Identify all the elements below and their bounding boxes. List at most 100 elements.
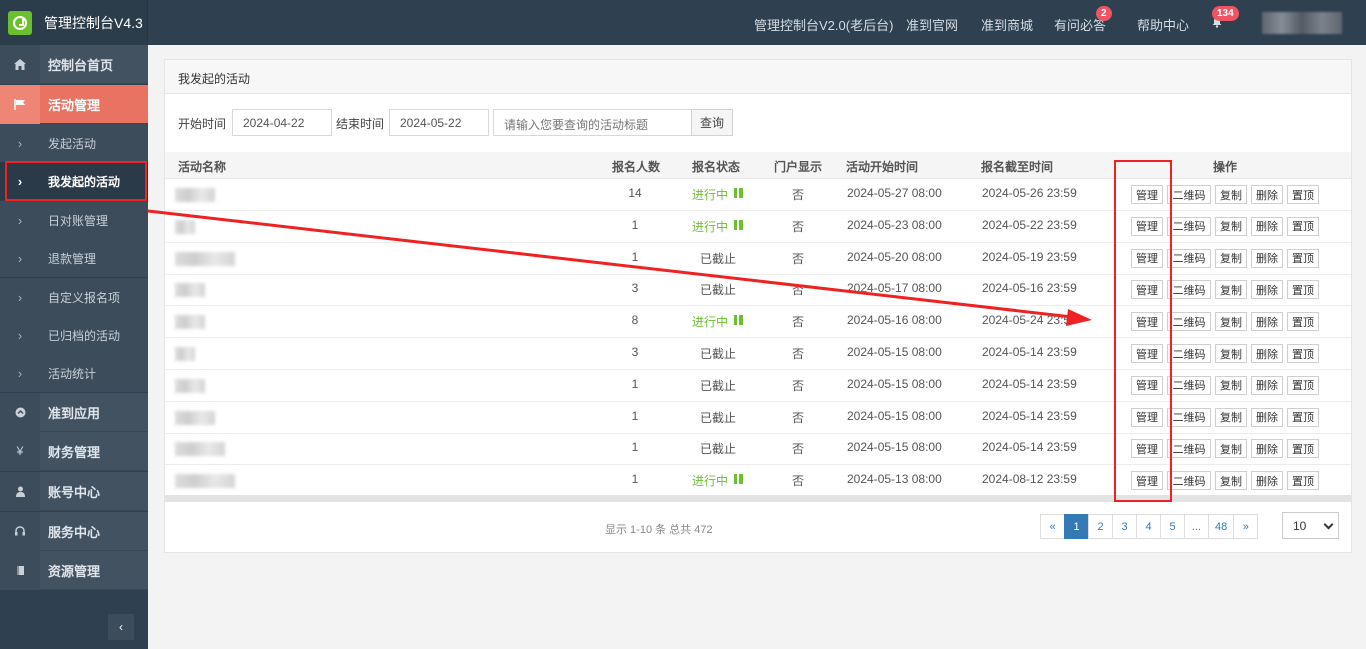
table-row: 1 已截止否 2024-05-20 08:00 2024-05-19 23:59 管理二… (165, 243, 1351, 275)
sidebar-sub-label: 已归档的活动 (48, 328, 121, 343)
sidebar-item-service[interactable]: 服务中心 (0, 511, 148, 551)
page-button[interactable]: 3 (1112, 514, 1137, 539)
sidebar-item-account[interactable]: 账号中心 (0, 471, 148, 511)
qrcode-button[interactable]: 二维码 (1167, 185, 1211, 204)
copy-button[interactable]: 复制 (1215, 471, 1247, 491)
activity-name-redacted[interactable] (175, 442, 225, 457)
page-button[interactable]: 4 (1136, 514, 1161, 539)
activity-title-search-input[interactable]: 请输入您要查询的活动标题 (493, 109, 692, 136)
sidebar-item-finance[interactable]: ¥ 财务管理 (0, 431, 148, 471)
pin-top-button[interactable]: 置顶 (1287, 471, 1319, 491)
pin-top-button[interactable]: 置顶 (1287, 375, 1319, 395)
sidebar-sub-archived[interactable]: › 已归档的活动 (0, 316, 148, 354)
copy-button[interactable]: 复制 (1215, 375, 1247, 395)
brand[interactable]: 管理控制台V4.3 (0, 0, 148, 45)
page-button[interactable]: 1 (1064, 514, 1089, 539)
prev-page-button[interactable]: « (1040, 514, 1065, 539)
delete-button[interactable]: 删除 (1251, 375, 1283, 395)
user-avatar[interactable] (1262, 12, 1342, 34)
delete-button[interactable]: 删除 (1251, 344, 1283, 363)
start-time: 2024-05-15 08:00 (847, 376, 942, 391)
qrcode-button[interactable]: 二维码 (1167, 280, 1211, 300)
qrcode-button[interactable]: 二维码 (1167, 344, 1211, 363)
table-row: 3 已截止否 2024-05-17 08:00 2024-05-16 23:59 管理二… (165, 274, 1351, 307)
pin-top-button[interactable]: 置顶 (1287, 185, 1319, 204)
activity-name-redacted[interactable] (175, 283, 205, 298)
page-button[interactable]: 5 (1160, 514, 1185, 539)
headset-icon (0, 511, 40, 551)
page-button[interactable]: 2 (1088, 514, 1113, 539)
page-button[interactable]: 48 (1208, 514, 1235, 539)
copy-button[interactable]: 复制 (1215, 248, 1247, 268)
nav-help-link[interactable]: 帮助中心 (1137, 15, 1189, 34)
table-row: 14 进行中否 2024-05-27 08:00 2024-05-26 23:59 管理… (165, 179, 1351, 211)
activity-name-redacted[interactable] (175, 474, 235, 489)
activity-name-redacted[interactable] (175, 219, 195, 234)
delete-button[interactable]: 删除 (1251, 407, 1283, 427)
copy-button[interactable]: 复制 (1215, 185, 1247, 204)
signup-deadline: 2024-05-19 23:59 (982, 249, 1077, 264)
qrcode-button[interactable]: 二维码 (1167, 439, 1211, 459)
sidebar-item-label: 控制台首页 (48, 57, 114, 73)
page-size-select[interactable]: 10 (1282, 512, 1339, 539)
sidebar-sub-stats[interactable]: › 活动统计 (0, 354, 148, 392)
sidebar-sub-refunds[interactable]: › 退款管理 (0, 239, 148, 277)
nav-store-link[interactable]: 准到商城 (981, 15, 1033, 34)
pin-top-button[interactable]: 置顶 (1287, 216, 1319, 236)
copy-button[interactable]: 复制 (1215, 407, 1247, 427)
sidebar-sub-daily-reconcile[interactable]: › 日对账管理 (0, 201, 148, 239)
delete-button[interactable]: 删除 (1251, 216, 1283, 236)
delete-button[interactable]: 删除 (1251, 248, 1283, 268)
copy-button[interactable]: 复制 (1215, 280, 1247, 300)
copy-button[interactable]: 复制 (1215, 344, 1247, 363)
search-button[interactable]: 查询 (691, 109, 733, 136)
collapse-sidebar-button[interactable]: ‹ (108, 614, 134, 640)
pin-top-button[interactable]: 置顶 (1287, 312, 1319, 332)
horizontal-scrollbar[interactable] (165, 495, 1351, 502)
sidebar-item-activity[interactable]: 活动管理 (0, 84, 148, 124)
activity-name-redacted[interactable] (175, 378, 205, 393)
qrcode-button[interactable]: 二维码 (1167, 375, 1211, 395)
activity-name-redacted[interactable] (175, 347, 195, 361)
pin-top-button[interactable]: 置顶 (1287, 280, 1319, 300)
nav-old-console-link[interactable]: 管理控制台V2.0(老后台) (754, 15, 893, 34)
delete-button[interactable]: 删除 (1251, 439, 1283, 459)
copy-button[interactable]: 复制 (1215, 439, 1247, 459)
sidebar-item-resources[interactable]: 资源管理 (0, 550, 148, 590)
pin-top-button[interactable]: 置顶 (1287, 344, 1319, 363)
nav-official-site-link[interactable]: 准到官网 (906, 15, 958, 34)
sidebar-item-label: 服务中心 (48, 524, 101, 540)
sidebar-item-dashboard[interactable]: 控制台首页 (0, 44, 148, 84)
start-time: 2024-05-15 08:00 (847, 408, 942, 423)
page-button[interactable]: ... (1184, 514, 1209, 539)
sidebar-item-label: 账号中心 (48, 484, 101, 500)
qrcode-button[interactable]: 二维码 (1167, 312, 1211, 332)
page-size-value: 10 (1293, 518, 1307, 533)
signup-count: 1 (631, 408, 639, 423)
pin-top-button[interactable]: 置顶 (1287, 439, 1319, 459)
qrcode-button[interactable]: 二维码 (1167, 248, 1211, 268)
sidebar-sub-custom-fields[interactable]: › 自定义报名项 (0, 278, 148, 316)
copy-button[interactable]: 复制 (1215, 216, 1247, 236)
qrcode-button[interactable]: 二维码 (1167, 471, 1211, 491)
delete-button[interactable]: 删除 (1251, 280, 1283, 300)
pin-top-button[interactable]: 置顶 (1287, 407, 1319, 427)
qrcode-button[interactable]: 二维码 (1167, 216, 1211, 236)
sidebar-item-apps[interactable]: 准到应用 (0, 392, 148, 432)
activity-name-redacted[interactable] (175, 188, 215, 202)
table-row: 1 已截止否 2024-05-15 08:00 2024-05-14 23:59 管理二… (165, 370, 1351, 402)
delete-button[interactable]: 删除 (1251, 185, 1283, 204)
copy-button[interactable]: 复制 (1215, 312, 1247, 332)
sidebar-sub-create-activity[interactable]: › 发起活动 (0, 124, 148, 162)
activity-name-redacted[interactable] (175, 315, 205, 330)
next-page-button[interactable]: » (1233, 514, 1259, 539)
pin-top-button[interactable]: 置顶 (1287, 248, 1319, 268)
qrcode-button[interactable]: 二维码 (1167, 407, 1211, 427)
signup-count: 3 (631, 345, 639, 359)
delete-button[interactable]: 删除 (1251, 471, 1283, 491)
start-date-input[interactable]: 2024-04-22 (232, 109, 332, 136)
activity-name-redacted[interactable] (175, 251, 235, 266)
end-date-input[interactable]: 2024-05-22 (389, 109, 489, 136)
activity-name-redacted[interactable] (175, 410, 215, 425)
delete-button[interactable]: 删除 (1251, 312, 1283, 332)
